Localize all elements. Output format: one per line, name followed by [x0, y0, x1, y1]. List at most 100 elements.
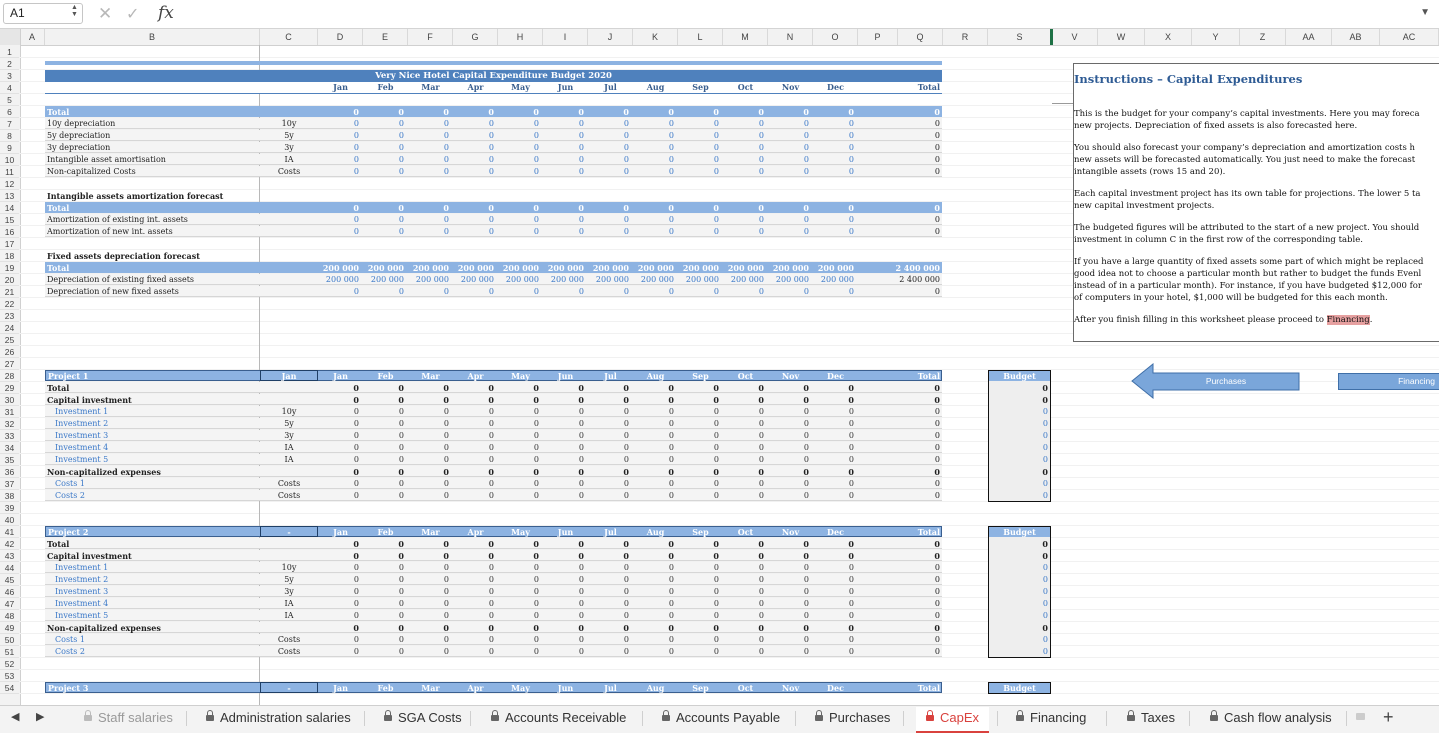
project-value-cell[interactable]: 0: [723, 394, 764, 406]
project-value-cell[interactable]: 0: [453, 442, 494, 454]
project-value-cell[interactable]: 0: [318, 430, 359, 442]
project-value-cell[interactable]: 0: [408, 442, 449, 454]
row-header-22[interactable]: 22: [0, 298, 19, 310]
budget-value-cell[interactable]: 0: [990, 610, 1048, 622]
row-total-cell[interactable]: 2 400 000: [888, 274, 940, 286]
value-cell[interactable]: 200 000: [768, 262, 809, 274]
column-header-M[interactable]: M: [723, 29, 768, 45]
budget-value-cell[interactable]: 0: [990, 562, 1048, 574]
project-value-cell[interactable]: 0: [678, 574, 719, 586]
project-value-cell[interactable]: 0: [453, 430, 494, 442]
value-cell[interactable]: 0: [678, 142, 719, 154]
row-header-11[interactable]: 11: [0, 166, 19, 178]
project-value-cell[interactable]: 0: [588, 394, 629, 406]
project-value-cell[interactable]: 0: [543, 418, 584, 430]
column-header-W[interactable]: W: [1098, 29, 1145, 45]
value-cell[interactable]: 0: [453, 106, 494, 118]
project-value-cell[interactable]: 0: [453, 538, 494, 550]
budget-value-cell[interactable]: 0: [990, 574, 1048, 586]
value-cell[interactable]: 0: [678, 202, 719, 214]
project-value-cell[interactable]: 0: [588, 562, 629, 574]
project-value-cell[interactable]: 0: [453, 454, 494, 466]
project-value-cell[interactable]: 0: [678, 550, 719, 562]
value-cell[interactable]: 200 000: [543, 274, 584, 286]
column-header-V[interactable]: V: [1052, 29, 1098, 45]
project-value-cell[interactable]: 0: [363, 646, 404, 658]
value-cell[interactable]: 0: [588, 142, 629, 154]
value-cell[interactable]: 0: [318, 130, 359, 142]
row-header-53[interactable]: 53: [0, 670, 19, 682]
column-header-P[interactable]: P: [858, 29, 898, 45]
value-cell[interactable]: 0: [363, 142, 404, 154]
project-value-cell[interactable]: 0: [408, 550, 449, 562]
project-value-cell[interactable]: 0: [543, 430, 584, 442]
project-value-cell[interactable]: 0: [363, 490, 404, 502]
row-header-40[interactable]: 40: [0, 514, 19, 526]
project-value-cell[interactable]: 0: [543, 538, 584, 550]
value-cell[interactable]: 0: [678, 166, 719, 178]
project-value-cell[interactable]: 0: [543, 634, 584, 646]
value-cell[interactable]: 0: [588, 130, 629, 142]
row-header-36[interactable]: 36: [0, 466, 19, 478]
project-value-cell[interactable]: 0: [723, 550, 764, 562]
value-cell[interactable]: 0: [498, 154, 539, 166]
project-value-cell[interactable]: 0: [723, 586, 764, 598]
column-header-O[interactable]: O: [813, 29, 858, 45]
cancel-icon[interactable]: ✕: [98, 4, 112, 24]
value-cell[interactable]: 0: [588, 118, 629, 130]
value-cell[interactable]: 0: [633, 214, 674, 226]
project-value-cell[interactable]: 0: [813, 382, 854, 394]
project-value-cell[interactable]: 0: [633, 550, 674, 562]
value-cell[interactable]: 0: [318, 142, 359, 154]
row-total-cell[interactable]: 2 400 000: [888, 262, 940, 274]
project-value-cell[interactable]: 0: [363, 466, 404, 478]
project-start-month[interactable]: Jan: [260, 370, 318, 382]
purchases-nav-button[interactable]: Purchases: [1131, 362, 1301, 400]
project-value-cell[interactable]: 0: [543, 598, 584, 610]
budget-value-cell[interactable]: 0: [990, 406, 1048, 418]
budget-value-cell[interactable]: 0: [990, 466, 1048, 478]
project-value-cell[interactable]: 0: [363, 598, 404, 610]
project-value-cell[interactable]: 0: [588, 610, 629, 622]
row-header-24[interactable]: 24: [0, 322, 19, 334]
value-cell[interactable]: 0: [453, 154, 494, 166]
row-header-39[interactable]: 39: [0, 502, 19, 514]
project-value-cell[interactable]: 0: [543, 610, 584, 622]
project-value-cell[interactable]: 0: [678, 442, 719, 454]
project-value-cell[interactable]: 0: [543, 562, 584, 574]
project-value-cell[interactable]: 0: [318, 562, 359, 574]
project-value-cell[interactable]: 0: [498, 406, 539, 418]
row-header-49[interactable]: 49: [0, 622, 19, 634]
row-header-26[interactable]: 26: [0, 346, 19, 358]
project-value-cell[interactable]: 0: [318, 418, 359, 430]
value-cell[interactable]: 200 000: [633, 262, 674, 274]
project-value-cell[interactable]: 0: [633, 418, 674, 430]
value-cell[interactable]: 0: [723, 166, 764, 178]
value-cell[interactable]: 0: [678, 118, 719, 130]
project-value-cell[interactable]: 0: [453, 466, 494, 478]
project-value-cell[interactable]: 0: [633, 562, 674, 574]
project-start-month[interactable]: -: [260, 682, 318, 694]
project-value-cell[interactable]: 0: [678, 634, 719, 646]
value-cell[interactable]: 0: [543, 130, 584, 142]
project-value-cell[interactable]: 0: [543, 394, 584, 406]
project-value-cell[interactable]: 0: [363, 562, 404, 574]
project-value-cell[interactable]: 0: [318, 442, 359, 454]
value-cell[interactable]: 0: [633, 130, 674, 142]
row-header-15[interactable]: 15: [0, 214, 19, 226]
project-value-cell[interactable]: 0: [678, 466, 719, 478]
project-value-cell[interactable]: 0: [813, 442, 854, 454]
value-cell[interactable]: 0: [813, 118, 854, 130]
budget-value-cell[interactable]: 0: [990, 538, 1048, 550]
value-cell[interactable]: 200 000: [543, 262, 584, 274]
project-value-cell[interactable]: 0: [813, 406, 854, 418]
column-header-R[interactable]: R: [943, 29, 988, 45]
value-cell[interactable]: 0: [633, 118, 674, 130]
row-header-18[interactable]: 18: [0, 250, 19, 262]
project-value-cell[interactable]: 0: [678, 382, 719, 394]
project-value-cell[interactable]: 0: [408, 406, 449, 418]
project-value-cell[interactable]: 0: [408, 634, 449, 646]
project-value-cell[interactable]: 0: [633, 490, 674, 502]
value-cell[interactable]: 0: [498, 214, 539, 226]
value-cell[interactable]: 0: [633, 154, 674, 166]
